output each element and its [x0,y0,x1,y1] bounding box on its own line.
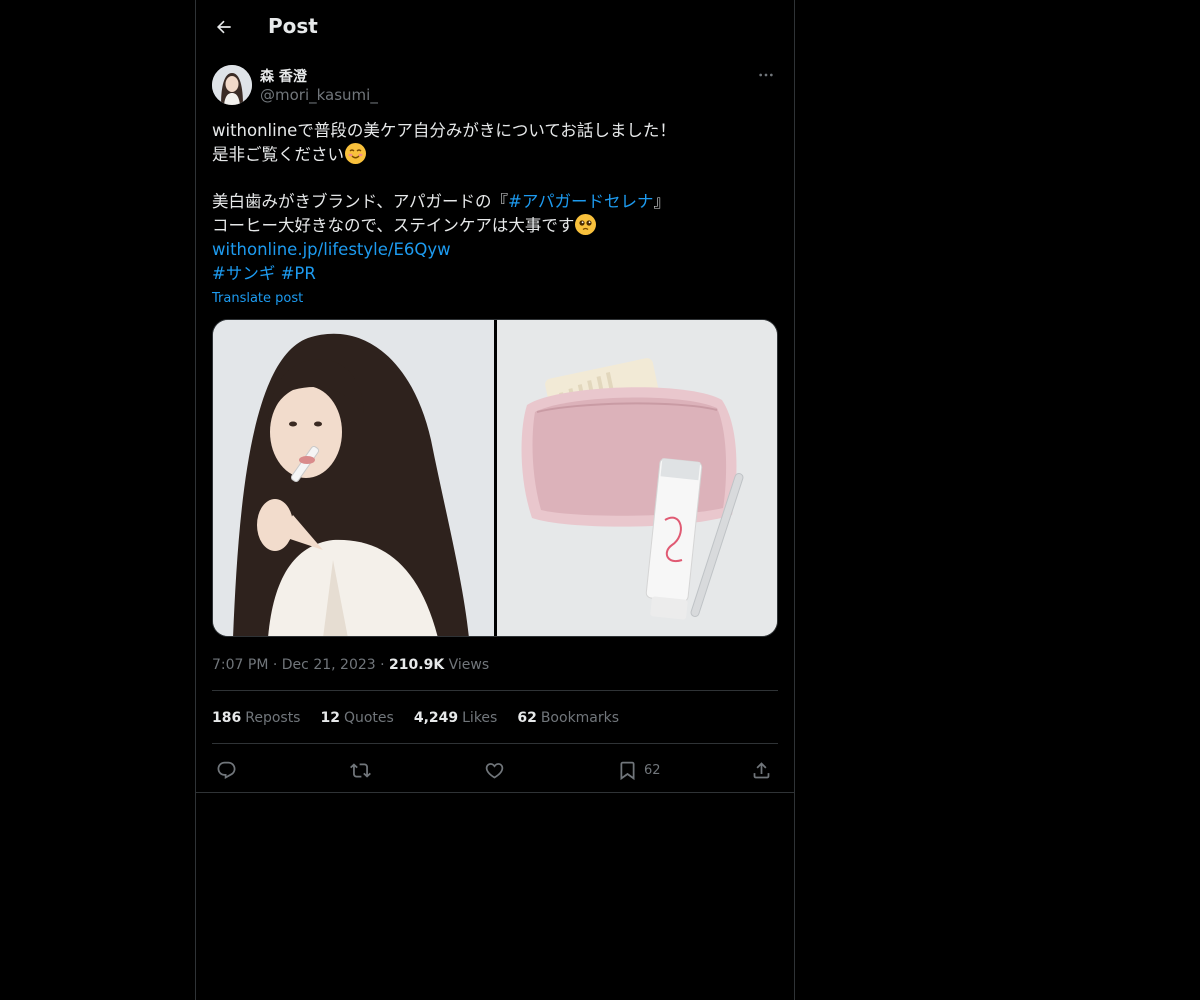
post-text-line: 美白歯みがきブランド、アパガードの『#アパガードセレナ』 [212,192,671,211]
post-text: withonlineで普段の美ケア自分みがきについてお話しました！ 是非ご覧くだ… [212,119,778,286]
pleading-face-emoji-icon [575,214,597,235]
views-count: 210.9K [389,657,445,673]
post-column: Post 森 香澄 @mori_kasumi_ withonlineで普段の美ケ… [195,0,795,1000]
smiling-face-emoji-icon [345,143,366,164]
more-icon [759,73,773,77]
arrow-left-icon [216,20,231,34]
hashtag-link[interactable]: #PR [281,264,316,283]
post-author: 森 香澄 @mori_kasumi_ [212,65,778,107]
hashtags-line: #サンギ #PR [212,262,778,286]
like-button[interactable] [484,756,505,784]
bookmark-count: 62 [644,762,661,778]
engagement-stats: 186 Reposts 12 Quotes 4,249 Likes 62 Bookmar… [212,710,619,726]
external-link[interactable]: withonline.jp/lifestyle/E6Qyw [212,238,778,262]
top-bar: Post [196,0,794,54]
divider [196,792,794,793]
post-metadata: 7:07 PM · Dec 21, 2023 · 210.9K Views [212,657,490,673]
likes-stat[interactable]: 4,249 Likes [414,710,498,726]
media-grid [212,319,778,637]
reply-button[interactable] [216,756,237,784]
display-name[interactable]: 森 香澄 [260,66,307,86]
more-options-button[interactable] [754,65,778,85]
divider [212,743,778,744]
post-text-line: withonlineで普段の美ケア自分みがきについてお話しました！ [212,121,676,140]
avatar[interactable] [212,65,252,105]
post-time[interactable]: 7:07 PM [212,657,268,673]
bookmark-icon [620,761,635,780]
back-button[interactable] [210,13,238,41]
reposts-stat[interactable]: 186 Reposts [212,710,300,726]
quotes-stat[interactable]: 12 Quotes [320,710,393,726]
share-button[interactable] [751,756,772,784]
photo-toothpaste-and-pouch[interactable] [497,320,777,636]
hashtag-link[interactable]: #サンギ [212,264,275,283]
repost-icon [350,762,371,778]
bookmark-button[interactable]: 62 [617,756,661,784]
avatar-image [212,65,252,105]
reply-icon [217,761,236,779]
action-bar: 62 [212,756,778,784]
bookmarks-stat[interactable]: 62 Bookmarks [517,710,619,726]
heart-icon [485,762,504,779]
post-date[interactable]: Dec 21, 2023 [282,657,376,673]
page-title: Post [268,14,318,38]
hashtag-link[interactable]: #アパガードセレナ [508,192,654,211]
repost-button[interactable] [350,756,371,784]
post-text-line: 是非ご覧ください [212,143,778,167]
post-text-line: コーヒー大好きなので、ステインケアは大事です [212,214,778,238]
photo-woman-brushing-teeth[interactable] [213,320,494,636]
translate-post-link[interactable]: Translate post [212,291,303,306]
views-label: Views [448,657,490,673]
user-handle[interactable]: @mori_kasumi_ [260,86,378,104]
share-icon [753,761,770,778]
divider [212,690,778,691]
